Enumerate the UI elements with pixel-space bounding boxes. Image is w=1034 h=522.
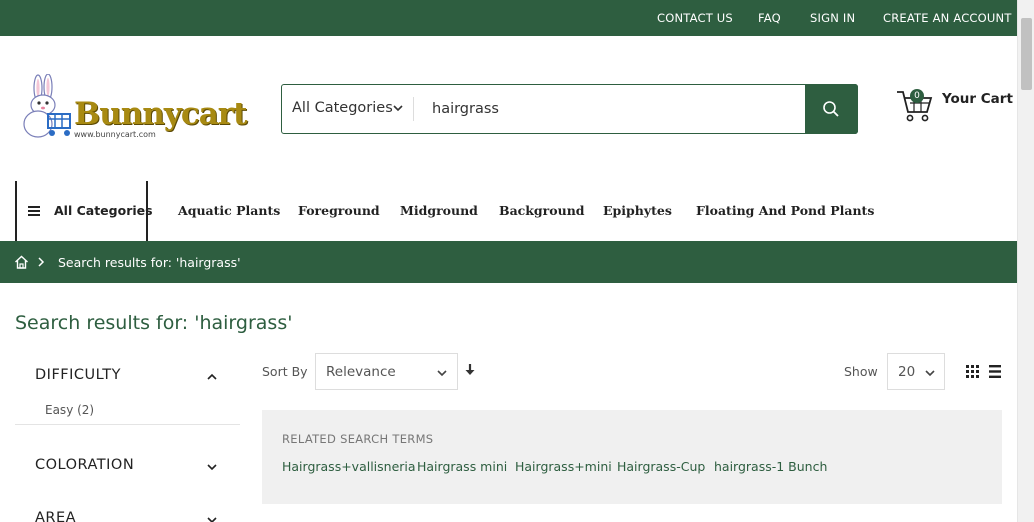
related-term-link[interactable]: Hairgrass mini xyxy=(417,459,507,474)
search-divider xyxy=(413,97,414,121)
sign-in-link[interactable]: SIGN IN xyxy=(810,11,855,25)
faq-link[interactable]: FAQ xyxy=(758,11,781,25)
related-term-link[interactable]: Hairgrass+mini xyxy=(515,459,612,474)
main-nav: All Categories Aquatic Plants Foreground… xyxy=(0,181,1017,241)
filter-coloration-title[interactable]: COLORATION xyxy=(35,457,134,473)
list-view-icon[interactable] xyxy=(989,365,1001,378)
cart-button[interactable]: 0 Your Cart xyxy=(896,86,1013,126)
filter-difficulty: DIFFICULTY Easy (2) xyxy=(15,367,240,425)
contact-us-link[interactable]: CONTACT US xyxy=(657,11,733,25)
sort-direction-arrow-icon[interactable] xyxy=(464,363,476,377)
nav-item-foreground[interactable]: Foreground xyxy=(298,203,380,218)
filter-option-easy[interactable]: Easy (2) xyxy=(45,403,94,417)
related-term-link[interactable]: hairgrass-1 Bunch xyxy=(714,459,827,474)
breadcrumb: Search results for: 'hairgrass' xyxy=(0,241,1017,283)
filter-area: AREA xyxy=(15,510,240,522)
nav-item-background[interactable]: Background xyxy=(499,203,585,218)
all-categories-menu[interactable]: All Categories xyxy=(15,181,153,241)
sort-by-label: Sort By xyxy=(262,364,308,379)
page-scrollbar[interactable] xyxy=(1017,0,1034,522)
bunnycart-logo[interactable]: Bunnycart www.bunnycart.com xyxy=(18,74,247,144)
search-input[interactable] xyxy=(422,93,802,125)
hamburger-icon xyxy=(28,206,40,216)
filter-difficulty-title[interactable]: DIFFICULTY xyxy=(35,367,121,383)
related-term-link[interactable]: Hairgrass-Cup xyxy=(617,459,705,474)
nav-item-aquatic-plants[interactable]: Aquatic Plants xyxy=(178,203,280,218)
create-account-link[interactable]: CREATE AN ACCOUNT xyxy=(883,11,1012,25)
sort-by-select[interactable]: Relevance xyxy=(315,353,458,390)
all-categories-label: All Categories xyxy=(54,203,153,218)
related-term-link[interactable]: Hairgrass+vallisneria xyxy=(282,459,416,474)
chevron-down-icon xyxy=(393,105,403,112)
logo-url: www.bunnycart.com xyxy=(74,130,156,139)
show-count-select[interactable]: 20 xyxy=(887,353,945,390)
sort-by-value: Relevance xyxy=(326,364,396,380)
search-icon xyxy=(823,101,839,117)
cart-label: Your Cart xyxy=(942,91,1013,107)
scrollbar-thumb[interactable] xyxy=(1021,18,1032,90)
logo-wordmark: Bunnycart xyxy=(74,96,247,132)
related-search-terms: RELATED SEARCH TERMS Hairgrass+vallisner… xyxy=(262,410,1002,504)
related-terms-heading: RELATED SEARCH TERMS xyxy=(282,432,434,446)
nav-item-midground[interactable]: Midground xyxy=(400,203,478,218)
search-category-select[interactable]: All Categories xyxy=(282,85,413,133)
nav-item-floating-and-pond-plants[interactable]: Floating And Pond Plants xyxy=(696,203,874,218)
search-button[interactable] xyxy=(805,84,858,134)
show-label: Show xyxy=(844,364,878,379)
chevron-up-icon[interactable] xyxy=(206,371,218,383)
page-title: Search results for: 'hairgrass' xyxy=(15,312,293,334)
cart-count-badge: 0 xyxy=(910,89,924,103)
chevron-down-icon[interactable] xyxy=(206,514,218,522)
chevron-down-icon xyxy=(925,370,935,377)
grid-view-icon[interactable] xyxy=(966,365,979,378)
search-bar: All Categories xyxy=(281,84,858,134)
filter-area-title[interactable]: AREA xyxy=(35,510,76,522)
search-category-label: All Categories xyxy=(292,100,393,116)
nav-item-epiphytes[interactable]: Epiphytes xyxy=(603,203,672,218)
top-bar: CONTACT US FAQ SIGN IN CREATE AN ACCOUNT xyxy=(0,0,1017,36)
breadcrumb-current: Search results for: 'hairgrass' xyxy=(58,255,241,270)
show-count-value: 20 xyxy=(898,364,916,380)
home-icon[interactable] xyxy=(14,255,29,269)
chevron-right-icon xyxy=(38,257,45,267)
filter-coloration: COLORATION xyxy=(15,457,240,487)
chevron-down-icon xyxy=(437,370,447,377)
chevron-down-icon[interactable] xyxy=(206,461,218,473)
